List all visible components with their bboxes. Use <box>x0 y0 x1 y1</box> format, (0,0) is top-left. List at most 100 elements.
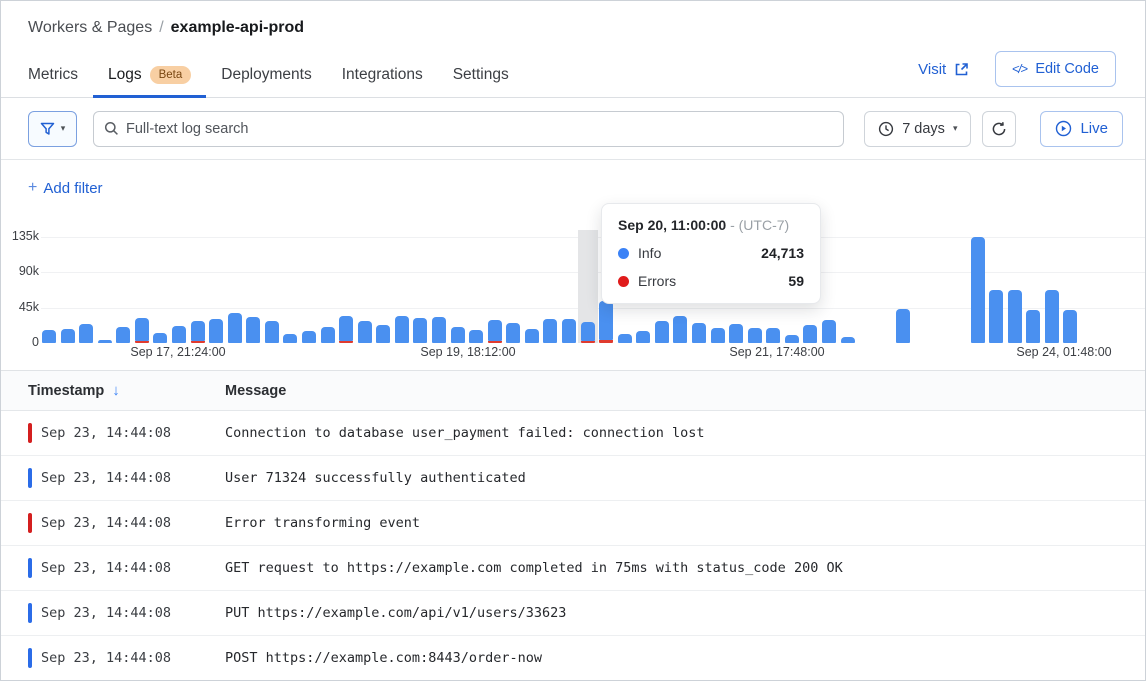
clock-icon <box>878 121 894 137</box>
log-level-indicator <box>28 558 32 578</box>
bar-info-segment <box>451 327 465 343</box>
tab-integrations[interactable]: Integrations <box>327 54 438 97</box>
chart-bar[interactable] <box>283 334 297 343</box>
bar-info-segment <box>989 290 1003 343</box>
chart-bar[interactable] <box>896 309 910 343</box>
chart-bar[interactable] <box>822 320 836 343</box>
tab-metrics[interactable]: Metrics <box>13 54 93 97</box>
beta-badge: Beta <box>150 66 192 84</box>
chart-bar[interactable] <box>488 320 502 343</box>
chart-bar[interactable] <box>339 316 353 343</box>
bar-error-segment <box>339 341 353 343</box>
chart-bar[interactable] <box>1026 310 1040 343</box>
chart-bar[interactable] <box>1045 290 1059 343</box>
chart-bar[interactable] <box>116 327 130 343</box>
chart-bar[interactable] <box>562 319 576 343</box>
chart-bar[interactable] <box>302 331 316 343</box>
bar-info-segment <box>432 317 446 343</box>
chart-bar[interactable] <box>989 290 1003 343</box>
chart-bar[interactable] <box>636 331 650 343</box>
time-range-dropdown[interactable]: 7 days ▾ <box>864 111 971 147</box>
bar-info-segment <box>655 321 669 343</box>
chart-bar[interactable] <box>209 319 223 343</box>
chart-bar[interactable] <box>543 319 557 343</box>
tooltip-title: Sep 20, 11:00:00 - (UTC-7) <box>618 217 804 233</box>
chart-bar[interactable] <box>42 330 56 343</box>
column-header-message[interactable]: Message <box>225 383 286 399</box>
chart-bar[interactable] <box>655 321 669 343</box>
chart-bar[interactable] <box>971 237 985 343</box>
chart-bar[interactable] <box>673 316 687 343</box>
edit-code-button[interactable]: </> Edit Code <box>995 51 1116 87</box>
page-header: Workers & Pages/example-api-prod Metrics… <box>1 1 1145 98</box>
x-tick-label: Sep 19, 18:12:00 <box>420 345 515 359</box>
chevron-down-icon: ▾ <box>953 123 958 134</box>
column-header-timestamp[interactable]: Timestamp ↓ <box>1 382 225 399</box>
play-circle-icon <box>1055 120 1072 137</box>
log-level-indicator <box>28 423 32 443</box>
chart-bar[interactable] <box>692 323 706 343</box>
chart-bar[interactable] <box>172 326 186 343</box>
chart-bar[interactable] <box>98 340 112 343</box>
bar-info-segment <box>135 318 149 341</box>
add-filter-button[interactable]: + Add filter <box>28 179 103 197</box>
chart-bar[interactable] <box>228 313 242 343</box>
chart-bar[interactable] <box>135 318 149 343</box>
chart-bar[interactable] <box>469 330 483 343</box>
chart-bar[interactable] <box>748 328 762 343</box>
chart-bar[interactable] <box>265 321 279 343</box>
chart-bar[interactable] <box>729 324 743 343</box>
log-row[interactable]: Sep 23, 14:44:08 PUT https://example.com… <box>1 591 1145 636</box>
chart-bar[interactable] <box>61 329 75 343</box>
bar-info-segment <box>1063 310 1077 343</box>
chart-bar[interactable] <box>841 337 855 343</box>
bar-info-segment <box>209 319 223 343</box>
chart-bar[interactable] <box>711 328 725 343</box>
bar-info-segment <box>98 340 112 343</box>
chart-bar[interactable] <box>581 322 595 343</box>
breadcrumb-workers-pages[interactable]: Workers & Pages <box>28 19 152 36</box>
chart-bar[interactable] <box>803 325 817 343</box>
filter-dropdown-button[interactable]: ▾ <box>28 111 77 147</box>
tab-deployments[interactable]: Deployments <box>206 54 326 97</box>
chart-bar[interactable] <box>413 318 427 343</box>
chart-bar[interactable] <box>79 324 93 343</box>
chart-bar[interactable] <box>506 323 520 343</box>
add-filter-row: + Add filter <box>1 160 1145 216</box>
chart-bar[interactable] <box>358 321 372 343</box>
tab-logs[interactable]: Logs Beta <box>93 54 206 97</box>
chart-bar[interactable] <box>766 328 780 343</box>
search-input[interactable] <box>126 121 833 137</box>
refresh-button[interactable] <box>982 111 1016 147</box>
chart-bar[interactable] <box>525 329 539 343</box>
live-button[interactable]: Live <box>1040 111 1123 147</box>
tab-settings[interactable]: Settings <box>438 54 524 97</box>
chart-bar[interactable] <box>395 316 409 343</box>
chart-bar[interactable] <box>153 333 167 343</box>
chart-bar[interactable] <box>321 327 335 343</box>
bar-error-segment <box>488 341 502 343</box>
chart-bar[interactable] <box>451 327 465 343</box>
chart-bar[interactable] <box>618 334 632 343</box>
log-volume-chart: 135k90k45k0 Sep 17, 21:24:00Sep 19, 18:1… <box>1 216 1145 371</box>
bar-info-segment <box>469 330 483 343</box>
chart-bar[interactable] <box>1008 290 1022 343</box>
chart-bar[interactable] <box>376 325 390 343</box>
log-row[interactable]: Sep 23, 14:44:08 POST https://example.co… <box>1 636 1145 681</box>
chart-bar[interactable] <box>191 321 205 343</box>
log-row[interactable]: Sep 23, 14:44:08 Error transforming even… <box>1 501 1145 546</box>
chart-bar[interactable] <box>1063 310 1077 343</box>
log-row[interactable]: Sep 23, 14:44:08 GET request to https://… <box>1 546 1145 591</box>
log-row[interactable]: Sep 23, 14:44:08 User 71324 successfully… <box>1 456 1145 501</box>
visit-link[interactable]: Visit <box>918 61 969 78</box>
chart-bar[interactable] <box>599 301 613 343</box>
log-timestamp: Sep 23, 14:44:08 <box>41 650 225 666</box>
log-row[interactable]: Sep 23, 14:44:08 Connection to database … <box>1 411 1145 456</box>
log-timestamp: Sep 23, 14:44:08 <box>41 560 225 576</box>
page-title: example-api-prod <box>171 19 304 36</box>
workers-logs-page: Workers & Pages/example-api-prod Metrics… <box>0 0 1146 681</box>
chart-bar[interactable] <box>432 317 446 343</box>
refresh-icon <box>991 121 1007 137</box>
chart-bar[interactable] <box>785 335 799 343</box>
chart-bar[interactable] <box>246 317 260 343</box>
